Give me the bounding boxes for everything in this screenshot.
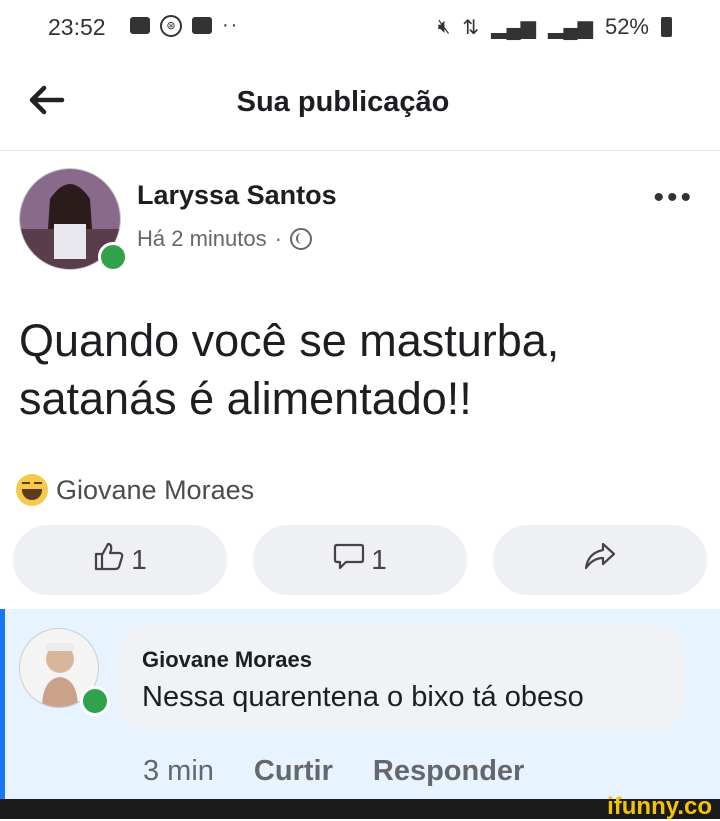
post-text: Quando você se masturba, satanás é alime… <box>19 315 560 424</box>
reaction-summary[interactable]: Giovane Moraes <box>16 474 254 506</box>
commenter-online-dot <box>80 686 110 716</box>
reactor-name: Giovane Moraes <box>56 474 255 505</box>
page-title: Sua publicação <box>236 86 450 118</box>
post-author-name[interactable]: Laryssa Santos <box>137 180 337 211</box>
signal-2-icon: ▂▄▆ <box>548 16 593 39</box>
comment-reply-button[interactable]: Responder <box>373 755 524 788</box>
mute-icon: 🔇︎ <box>437 15 451 38</box>
highlight-bar <box>0 609 5 799</box>
comment-count: 1 <box>371 544 387 575</box>
voicemail-icon <box>192 17 212 34</box>
globe-icon <box>289 228 312 250</box>
comment-like-button[interactable]: Curtir <box>254 755 333 788</box>
post-time[interactable]: Há 2 minutos <box>137 226 267 252</box>
signal-icon: ▂▄▆ <box>491 16 537 39</box>
comment-actions: 3 min Curtir Responder <box>143 755 524 788</box>
battery-icon <box>661 17 672 37</box>
like-count: 1 <box>131 544 147 575</box>
haha-reaction-icon <box>16 474 48 506</box>
messenger-icon: ⊛ <box>160 14 182 37</box>
more-notifications-icon: ·· <box>222 14 240 36</box>
post-meta: Há 2 minutos · <box>137 226 312 252</box>
comment-time: 3 min <box>143 755 214 787</box>
header: Sua publicação <box>0 56 720 151</box>
comment-button[interactable]: 1 <box>253 525 467 595</box>
watermark-bar: ifunny.co <box>0 793 720 820</box>
share-arrow-icon <box>583 541 617 579</box>
notification-icons: ⊛ ·· <box>130 14 239 37</box>
status-time: 23:52 <box>48 14 106 40</box>
system-icons: 🔇︎ ⇅ ▂▄▆ ▂▄▆ 52% <box>438 14 672 40</box>
comment-author[interactable]: Giovane Moraes <box>142 647 312 673</box>
comment-bubble-icon <box>333 541 365 579</box>
comment-text: Nessa quarentena o bixo tá obeso <box>142 681 584 713</box>
battery-percent: 52% <box>604 14 649 39</box>
gallery-icon <box>130 17 150 34</box>
thumbs-up-icon <box>93 541 125 579</box>
data-icon: ⇅ <box>462 16 480 39</box>
comment-item: Giovane Moraes Nessa quarentena o bixo t… <box>0 609 720 799</box>
comment-bubble: Giovane Moraes Nessa quarentena o bixo t… <box>118 625 684 731</box>
meta-separator: · <box>274 226 282 251</box>
like-button[interactable]: 1 <box>13 525 227 595</box>
online-status-dot <box>98 242 128 272</box>
share-button[interactable] <box>493 525 707 595</box>
watermark-logo: ifunny.co <box>607 793 712 820</box>
more-options-icon[interactable]: ••• <box>653 183 694 213</box>
status-bar: 23:52 ⊛ ·· 🔇︎ ⇅ ▂▄▆ ▂▄▆ 52% <box>0 0 720 56</box>
